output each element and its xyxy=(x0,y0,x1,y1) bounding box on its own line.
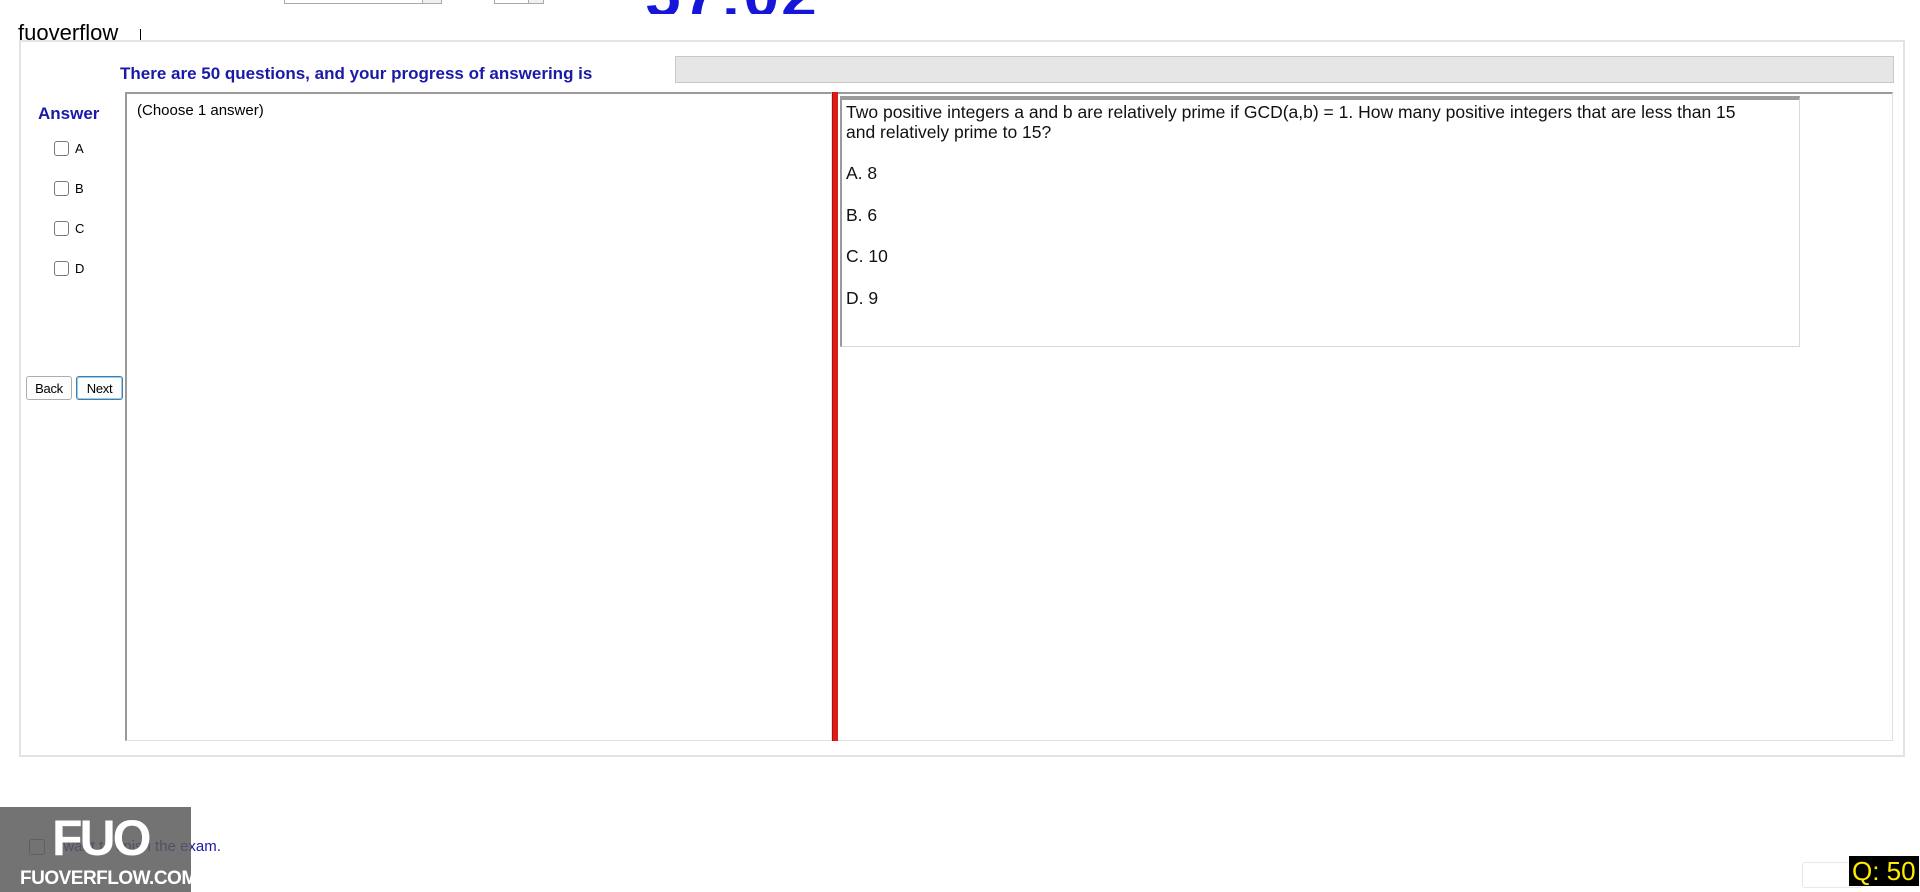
answer-notes-panel: (Choose 1 answer) xyxy=(125,92,832,741)
progress-bar xyxy=(675,56,1894,83)
checkbox[interactable] xyxy=(54,140,69,156)
logo-text: FUOVERFLOW.COM xyxy=(20,868,197,889)
progress-label: There are 50 questions, and your progres… xyxy=(120,64,593,83)
answer-option-c[interactable]: C xyxy=(54,219,84,237)
answer-option-label: C xyxy=(75,220,85,236)
checkbox[interactable] xyxy=(54,180,69,196)
logo-mark: FUO xyxy=(52,810,152,866)
answer-option-label: A xyxy=(75,140,84,156)
answer-option-b[interactable]: B xyxy=(54,179,84,197)
next-button[interactable]: Next xyxy=(76,376,123,400)
answer-option-d[interactable]: D xyxy=(54,259,84,277)
question-option-d: D. 9 xyxy=(846,288,879,308)
chevron-down-icon[interactable] xyxy=(422,0,441,3)
question-box: Two positive integers a and b are relati… xyxy=(840,96,1800,347)
answer-option-a[interactable]: A xyxy=(54,139,84,157)
question-option-b: B. 6 xyxy=(846,205,878,225)
question-option-c: C. 10 xyxy=(846,246,888,266)
checkbox[interactable] xyxy=(54,260,69,276)
top-toolbar: 57:02 xyxy=(0,0,1920,14)
exam-timer: 57:02 xyxy=(645,0,819,14)
exam-code-combobox[interactable] xyxy=(284,0,442,4)
question-number-badge: Q: 50 xyxy=(1849,856,1919,886)
answer-option-label: D xyxy=(75,260,85,276)
answer-title: Answer xyxy=(38,104,100,123)
question-option-a: A. 8 xyxy=(846,163,878,183)
checkbox[interactable] xyxy=(54,220,69,236)
question-panel[interactable]: Two positive integers a and b are relati… xyxy=(838,92,1893,741)
answer-option-label: B xyxy=(75,180,84,196)
back-button[interactable]: Back xyxy=(26,376,72,400)
choose-note: (Choose 1 answer) xyxy=(137,102,264,119)
watermark-logo: FUO FUOVERFLOW.COM xyxy=(0,807,197,892)
chevron-down-icon[interactable] xyxy=(528,0,543,3)
question-text: Two positive integers a and b are relati… xyxy=(846,102,1736,142)
font-size-combobox[interactable] xyxy=(494,0,544,4)
